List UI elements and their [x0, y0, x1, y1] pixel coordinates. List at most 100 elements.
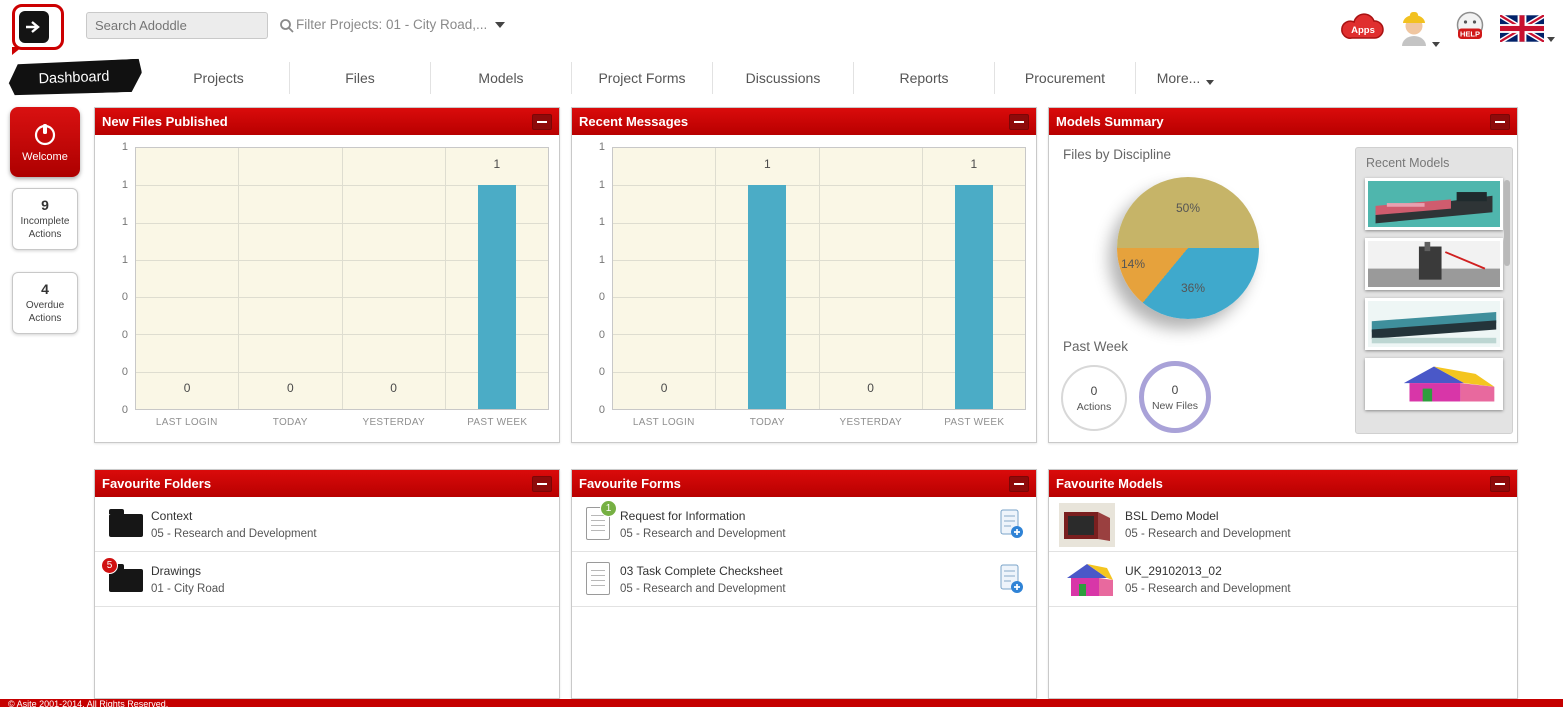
adoddle-dashboard: Filter Projects: 01 - City Road,... Apps: [0, 0, 1563, 707]
top-right-cluster: Apps HELP: [1339, 4, 1555, 52]
search-box: [86, 12, 268, 39]
panel-body: 11110000 0101 LAST LOGINTODAYYESTERDAYPA…: [572, 135, 1036, 442]
past-week-label: Past Week: [1063, 339, 1128, 354]
adoddle-logo[interactable]: [12, 4, 64, 50]
tab-more[interactable]: More...: [1135, 62, 1235, 94]
favourite-model-row[interactable]: UK_29102013_02 05 - Research and Develop…: [1049, 552, 1517, 607]
value-label: 0: [343, 381, 445, 395]
create-form-icon[interactable]: [1000, 564, 1024, 594]
search-input[interactable]: [87, 13, 279, 38]
minimize-button[interactable]: [1490, 114, 1510, 130]
tab-projects[interactable]: Projects: [148, 62, 289, 94]
recent-model-thumbnail[interactable]: [1365, 358, 1503, 410]
y-tick-label: 1: [122, 216, 128, 228]
favourite-folder-row[interactable]: Context 05 - Research and Development: [95, 497, 559, 552]
category-label: LAST LOGIN: [135, 417, 239, 433]
category-label: LAST LOGIN: [612, 417, 716, 433]
recent-model-thumbnail[interactable]: [1365, 178, 1503, 230]
y-tick-label: 1: [122, 179, 128, 191]
new-files-bar-chart: 11110000 0001 LAST LOGINTODAYYESTERDAYPA…: [103, 145, 549, 438]
category-label: PAST WEEK: [923, 417, 1027, 433]
language-flag-menu[interactable]: [1500, 15, 1555, 42]
minus-icon: [1495, 121, 1505, 123]
recent-models-scrollbar[interactable]: [1504, 180, 1510, 266]
favourite-folder-row[interactable]: 5 Drawings 01 - City Road: [95, 552, 559, 607]
tab-discussions[interactable]: Discussions: [712, 62, 853, 94]
tab-label: Projects: [193, 70, 244, 86]
panel-title: Favourite Models: [1056, 476, 1490, 491]
model-name: UK_29102013_02: [1125, 564, 1222, 578]
value-label: 1: [446, 157, 548, 171]
favourite-form-row[interactable]: 03 Task Complete Checksheet 05 - Researc…: [572, 552, 1036, 607]
apps-label: Apps: [1351, 25, 1375, 36]
tab-label: Dashboard: [38, 68, 109, 86]
tab-label: Discussions: [746, 70, 821, 86]
help-button[interactable]: HELP: [1452, 10, 1488, 46]
filter-projects-dropdown[interactable]: Filter Projects: 01 - City Road,...: [296, 17, 505, 32]
y-tick-label: 0: [599, 404, 605, 416]
y-tick-label: 0: [599, 291, 605, 303]
minimize-button[interactable]: [1490, 476, 1510, 492]
model-render: [1368, 301, 1500, 347]
tab-dashboard[interactable]: Dashboard: [5, 59, 142, 97]
chart-column: 0: [342, 148, 445, 409]
value-label: 1: [716, 157, 818, 171]
y-tick-label: 0: [599, 329, 605, 341]
tab-files[interactable]: Files: [289, 62, 430, 94]
create-form-icon[interactable]: [1000, 509, 1024, 539]
y-tick-label: 0: [122, 291, 128, 303]
tab-label: Procurement: [1025, 70, 1105, 86]
panel-header: New Files Published: [95, 108, 559, 135]
panel-header: Favourite Models: [1049, 470, 1517, 497]
chart-column: 0: [238, 148, 341, 409]
tab-procurement[interactable]: Procurement: [994, 62, 1135, 94]
overdue-actions-box[interactable]: 4 Overdue Actions: [12, 272, 78, 334]
value-label: 0: [239, 381, 341, 395]
bar: [478, 185, 516, 409]
folder-name: Context: [151, 509, 192, 523]
panel-body: 11110000 0001 LAST LOGINTODAYYESTERDAYPA…: [95, 135, 559, 442]
chart-column: 0: [613, 148, 715, 409]
recent-model-thumbnail[interactable]: [1365, 238, 1503, 290]
welcome-icon: [32, 121, 58, 147]
minimize-button[interactable]: [532, 114, 552, 130]
tab-models[interactable]: Models: [430, 62, 571, 94]
tab-project-forms[interactable]: Project Forms: [571, 62, 712, 94]
pie-slice-label: 50%: [1176, 201, 1200, 215]
incomplete-actions-box[interactable]: 9 Incomplete Actions: [12, 188, 78, 250]
favourite-model-row[interactable]: BSL Demo Model 05 - Research and Develop…: [1049, 497, 1517, 552]
y-tick-label: 1: [599, 141, 605, 153]
model-thumbnail: [1059, 558, 1115, 602]
folder-name: Drawings: [151, 564, 201, 578]
bar: [955, 185, 993, 409]
panel-title: Favourite Folders: [102, 476, 532, 491]
user-avatar-menu[interactable]: [1399, 9, 1440, 47]
favourite-form-row[interactable]: 1 Request for Information 05 - Research …: [572, 497, 1036, 552]
new-files-stat-circle[interactable]: 0 New Files: [1139, 361, 1211, 433]
apps-button[interactable]: Apps: [1339, 10, 1387, 46]
uk-flag-icon: [1500, 15, 1544, 42]
minimize-button[interactable]: [1009, 476, 1029, 492]
chevron-down-icon: [495, 22, 505, 28]
nav-tabs: Projects Files Models Project Forms Disc…: [148, 62, 1235, 94]
panel-title: Recent Messages: [579, 114, 1009, 129]
chart-column: 1: [922, 148, 1025, 409]
footer-text: © Asite 2001-2014. All Rights Reserved.: [8, 699, 168, 707]
tab-reports[interactable]: Reports: [853, 62, 994, 94]
recent-model-thumbnail[interactable]: [1365, 298, 1503, 350]
panel-models-summary: Models Summary Files by Discipline 50% 3…: [1048, 107, 1518, 443]
minimize-button[interactable]: [532, 476, 552, 492]
minimize-button[interactable]: [1009, 114, 1029, 130]
sidebar-welcome-button[interactable]: Welcome: [10, 107, 80, 177]
minus-icon: [537, 121, 547, 123]
panel-body: BSL Demo Model 05 - Research and Develop…: [1049, 497, 1517, 698]
tab-label: More...: [1157, 70, 1201, 86]
actions-stat-circle[interactable]: 0 Actions: [1061, 365, 1127, 431]
recent-models-label: Recent Models: [1366, 156, 1512, 170]
recent-models-panel: Recent Models: [1355, 147, 1513, 434]
count-badge: 5: [101, 557, 118, 574]
chart-column: 1: [715, 148, 818, 409]
pie-slice-label: 36%: [1181, 281, 1205, 295]
panel-header: Favourite Folders: [95, 470, 559, 497]
search-icon[interactable]: [279, 13, 295, 38]
